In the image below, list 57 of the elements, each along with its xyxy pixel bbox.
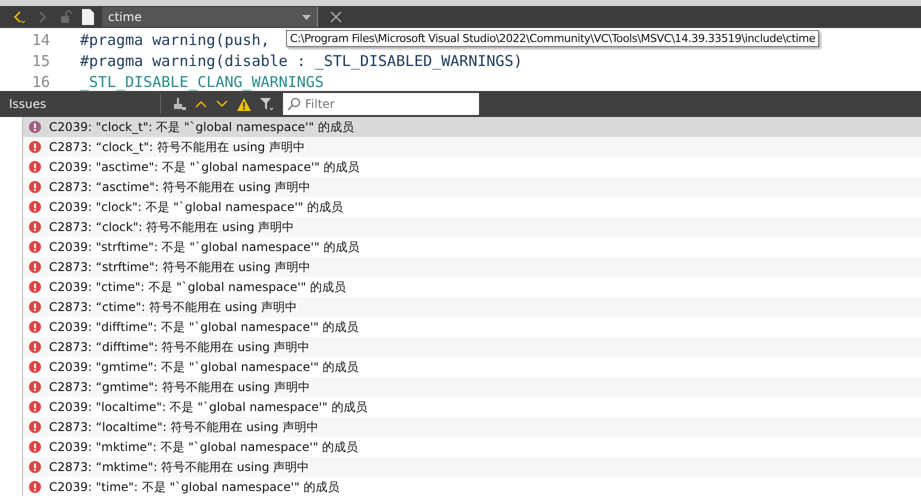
issue-row[interactable]: C2873: “difftime": 符号不能用在 using 声明中 (23, 337, 921, 357)
issue-row[interactable]: C2873: “asctime": 符号不能用在 using 声明中 (23, 177, 921, 197)
issue-row[interactable]: C2039: "time": 不是 "`global namespace'" 的成员 (23, 477, 921, 496)
issue-row[interactable]: C2873: “clock_t": 符号不能用在 using 声明中 (23, 137, 921, 157)
file-path-tooltip: C:\Program Files\Microsoft Visual Studio\2022\Community\VC\Tools\MSVC\14.39.33519\include\ctime (286, 30, 820, 47)
issue-row[interactable]: C2039: "clock_t": 不是 "`global namespace'" 的成员 (23, 117, 921, 137)
issue-row[interactable]: C2039: "localtime": 不是 "`global namespace'" 的成员 (23, 397, 921, 417)
error-icon (29, 141, 41, 153)
error-icon (29, 261, 41, 273)
file-dropdown[interactable]: ctime (102, 7, 318, 27)
code-line: #pragma warning(push, (80, 30, 270, 48)
close-icon[interactable] (330, 11, 342, 23)
error-icon (29, 201, 41, 213)
issue-row[interactable]: C2039: "clock": 不是 "`global namespace'" 的成员 (23, 197, 921, 217)
error-icon (29, 401, 41, 413)
file-icon (82, 9, 94, 25)
error-icon (29, 321, 41, 333)
back-icon[interactable] (12, 10, 26, 24)
issue-row[interactable]: C2039: "gmtime": 不是 "`global namespace'" 的成员 (23, 357, 921, 377)
code-line: _STL_DISABLE_CLANG_WARNINGS (80, 72, 324, 90)
error-icon (29, 441, 41, 453)
error-icon (29, 241, 41, 253)
warning-icon[interactable] (237, 98, 251, 110)
panel-title: Issues (9, 97, 48, 111)
search-icon (287, 97, 301, 111)
code-line: #pragma warning(disable : _STL_DISABLED_WARNINGS) (80, 52, 523, 70)
issue-row[interactable]: C2039: "asctime": 不是 "`global namespace'" 的成员 (23, 157, 921, 177)
error-icon (29, 301, 41, 313)
issue-row[interactable]: C2873: “mktime": 符号不能用在 using 声明中 (23, 457, 921, 477)
issue-row[interactable]: C2873: “gmtime": 符号不能用在 using 声明中 (23, 377, 921, 397)
error-icon (29, 181, 41, 193)
issue-row[interactable]: C2039: "strftime": 不是 "`global namespace'" 的成员 (23, 237, 921, 257)
error-icon (29, 421, 41, 433)
filter-icon[interactable] (260, 98, 274, 110)
issue-row[interactable]: C2039: "mktime": 不是 "`global namespace'" 的成员 (23, 437, 921, 457)
chevron-down-icon[interactable] (216, 100, 228, 108)
error-icon (29, 341, 41, 353)
chevron-up-icon[interactable] (195, 100, 207, 108)
issue-row[interactable]: C2873: “localtime": 符号不能用在 using 声明中 (23, 417, 921, 437)
error-icon (29, 481, 41, 493)
error-icon (29, 161, 41, 173)
filter-field[interactable]: Filter (283, 93, 479, 115)
error-icon (29, 221, 41, 233)
issue-row[interactable]: C2873: “strftime": 符号不能用在 using 声明中 (23, 257, 921, 277)
error-icon (29, 461, 41, 473)
issue-row[interactable]: C2039: "difftime": 不是 "`global namespace'" 的成员 (23, 317, 921, 337)
line-number: 16 (30, 72, 50, 90)
error-icon (29, 281, 41, 293)
issue-row[interactable]: C2039: "ctime": 不是 "`global namespace'" 的成员 (23, 277, 921, 297)
line-number: 15 (30, 52, 50, 70)
error-icon (29, 121, 41, 133)
line-number: 14 (30, 30, 50, 48)
caret-icon (302, 14, 311, 20)
issue-row[interactable]: C2873: “clock": 符号不能用在 using 声明中 (23, 217, 921, 237)
issue-row[interactable]: C2873: “ctime": 符号不能用在 using 声明中 (23, 297, 921, 317)
error-icon (29, 381, 41, 393)
error-icon (29, 361, 41, 373)
